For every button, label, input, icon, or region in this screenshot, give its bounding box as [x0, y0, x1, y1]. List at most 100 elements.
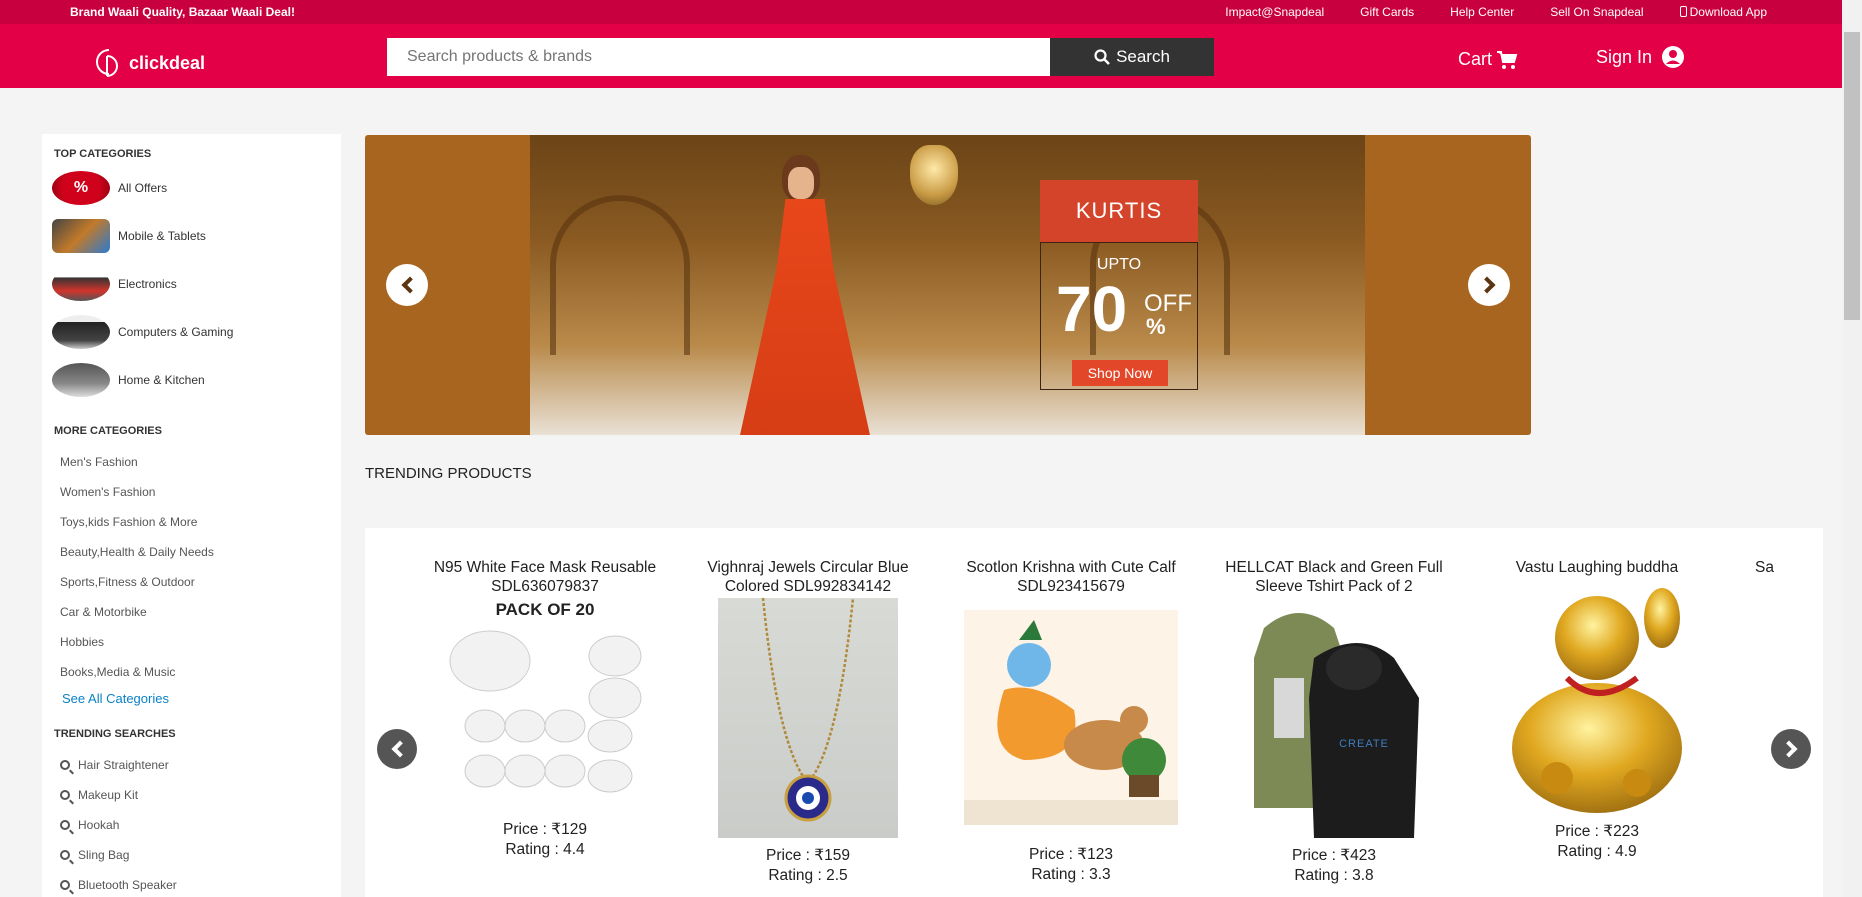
cart-icon	[1497, 50, 1518, 69]
search-icon	[60, 790, 70, 800]
arch-decoration	[550, 195, 690, 355]
product-name: N95 White Face Mask Reusable SDL63607983…	[433, 559, 657, 595]
search-button-label: Search	[1116, 47, 1170, 66]
product-rating: Rating : 2.5	[768, 867, 848, 884]
user-icon	[1662, 46, 1685, 68]
more-category-item[interactable]: Women's Fashion	[60, 485, 155, 499]
more-category-item[interactable]: Books,Media & Music	[60, 665, 175, 679]
chevron-left-icon	[391, 740, 408, 758]
sidebar: TOP CATEGORIES % All Offers Mobile & Tab…	[42, 134, 341, 897]
mask-image	[449, 630, 642, 793]
category-label: Mobile & Tablets	[118, 229, 206, 243]
product-image: CREATE	[1244, 598, 1424, 838]
product-rating: Rating : 4.9	[1557, 843, 1637, 860]
product-rating: Rating : 4.4	[505, 841, 585, 858]
product-card[interactable]: HELLCAT Black and Green Full Sleeve Tshi…	[1209, 558, 1459, 886]
trending-search-label: Hair Straightener	[78, 758, 169, 772]
signin-button[interactable]: Sign In	[1596, 46, 1685, 68]
product-name: Vastu Laughing buddha	[1515, 559, 1679, 576]
product-card[interactable]: N95 White Face Mask Reusable SDL63607983…	[420, 558, 670, 860]
banner-next-button[interactable]	[1468, 264, 1510, 306]
search-icon	[1094, 49, 1110, 65]
search-button[interactable]: Search	[1050, 38, 1214, 76]
computers-gaming-icon	[52, 315, 110, 349]
download-app-label: Download App	[1689, 5, 1767, 19]
product-card[interactable]: Vighnraj Jewels Circular Blue Colored SD…	[683, 558, 933, 886]
sell-link[interactable]: Sell On Snapdeal	[1550, 5, 1643, 19]
trending-search-item[interactable]: Makeup Kit	[60, 788, 138, 802]
mobile-phone-icon	[1679, 6, 1687, 17]
header: clickdeal Search Cart Sign In	[0, 24, 1842, 88]
banner-image	[530, 135, 1365, 435]
more-category-item[interactable]: Beauty,Health & Daily Needs	[60, 545, 214, 559]
mobile-tablets-icon	[52, 219, 110, 253]
banner-discount: 70	[1056, 273, 1128, 345]
trending-products-title: TRENDING PRODUCTS	[365, 465, 532, 482]
category-all-offers[interactable]: % All Offers	[52, 171, 167, 205]
hoodie-print: CREATE	[1339, 738, 1389, 750]
carousel-prev-button[interactable]	[377, 729, 417, 769]
impact-link[interactable]: Impact@Snapdeal	[1225, 5, 1324, 19]
search-icon	[60, 760, 70, 770]
trending-searches-title: TRENDING SEARCHES	[54, 728, 176, 740]
top-links: Impact@Snapdeal Gift Cards Help Center S…	[1225, 5, 1767, 19]
more-category-item[interactable]: Car & Motorbike	[60, 605, 147, 619]
cart-button[interactable]: Cart	[1458, 49, 1518, 70]
logo[interactable]: clickdeal	[93, 46, 205, 80]
category-mobile-tablets[interactable]: Mobile & Tablets	[52, 219, 206, 253]
product-image	[964, 610, 1178, 825]
product-carousel: N95 White Face Mask Reusable SDL63607983…	[365, 528, 1823, 897]
more-category-item[interactable]: Hobbies	[60, 635, 104, 649]
lamp-decoration	[910, 145, 958, 205]
product-card[interactable]: Vastu Laughing buddha Price : ₹223 Ratin…	[1472, 558, 1722, 862]
search-input[interactable]	[387, 38, 1050, 76]
model-face	[788, 167, 814, 199]
trending-search-item[interactable]: Sling Bag	[60, 848, 129, 862]
pendant-image	[761, 597, 855, 822]
banner-prev-button[interactable]	[386, 264, 428, 306]
category-label: All Offers	[118, 181, 168, 195]
product-price: Price : ₹159	[766, 847, 850, 864]
category-label: Home & Kitchen	[118, 373, 205, 387]
hero-banner[interactable]: KURTIS UPTO 70 OFF % Shop Now	[365, 135, 1531, 435]
trending-search-label: Hookah	[78, 818, 120, 832]
carousel-next-button[interactable]	[1771, 729, 1811, 769]
signin-label: Sign In	[1596, 46, 1653, 67]
model-figure	[730, 155, 880, 435]
category-label: Computers & Gaming	[118, 325, 234, 339]
more-category-item[interactable]: Sports,Fitness & Outdoor	[60, 575, 195, 589]
banner-label: KURTIS	[1040, 180, 1198, 242]
offer-box: KURTIS UPTO 70 OFF % Shop Now	[1040, 180, 1198, 390]
chevron-right-icon	[1478, 276, 1495, 294]
page-scrollbar[interactable]	[1842, 0, 1862, 897]
hoodie-image	[1254, 613, 1419, 838]
product-price: Price : ₹223	[1555, 823, 1639, 840]
trending-search-item[interactable]: Hookah	[60, 818, 119, 832]
search-icon	[60, 820, 70, 830]
shop-now-button[interactable]: Shop Now	[1072, 360, 1168, 386]
trending-search-label: Sling Bag	[78, 848, 130, 862]
help-center-link[interactable]: Help Center	[1450, 5, 1514, 19]
scrollbar-thumb[interactable]	[1844, 32, 1860, 320]
product-card[interactable]: Scotlon Krishna with Cute Calf SDL923415…	[946, 558, 1196, 885]
trending-search-item[interactable]: Hair Straightener	[60, 758, 169, 772]
category-home-kitchen[interactable]: Home & Kitchen	[52, 363, 205, 397]
trending-search-label: Bluetooth Speaker	[78, 878, 177, 892]
category-computers-gaming[interactable]: Computers & Gaming	[52, 315, 233, 349]
see-all-categories-link[interactable]: See All Categories	[62, 691, 169, 706]
logo-text: clickdeal	[129, 52, 206, 73]
product-image	[718, 597, 898, 838]
cart-label: Cart	[1458, 49, 1493, 69]
more-category-item[interactable]: Men's Fashion	[60, 455, 138, 469]
category-electronics[interactable]: Electronics	[52, 267, 177, 301]
product-name: Vighnraj Jewels Circular Blue Colored SD…	[707, 559, 909, 595]
product-card[interactable]: Sa	[1755, 558, 1823, 598]
more-category-item[interactable]: Toys,kids Fashion & More	[60, 515, 197, 529]
product-name: Sa	[1755, 559, 1774, 576]
logo-icon	[96, 49, 118, 77]
top-strip: Brand Waali Quality, Bazaar Waali Deal! …	[0, 0, 1842, 24]
trending-search-item[interactable]: Bluetooth Speaker	[60, 878, 177, 892]
laughing-buddha-image	[1512, 588, 1682, 813]
gift-cards-link[interactable]: Gift Cards	[1360, 5, 1414, 19]
download-app-link[interactable]: Download App	[1679, 5, 1767, 19]
